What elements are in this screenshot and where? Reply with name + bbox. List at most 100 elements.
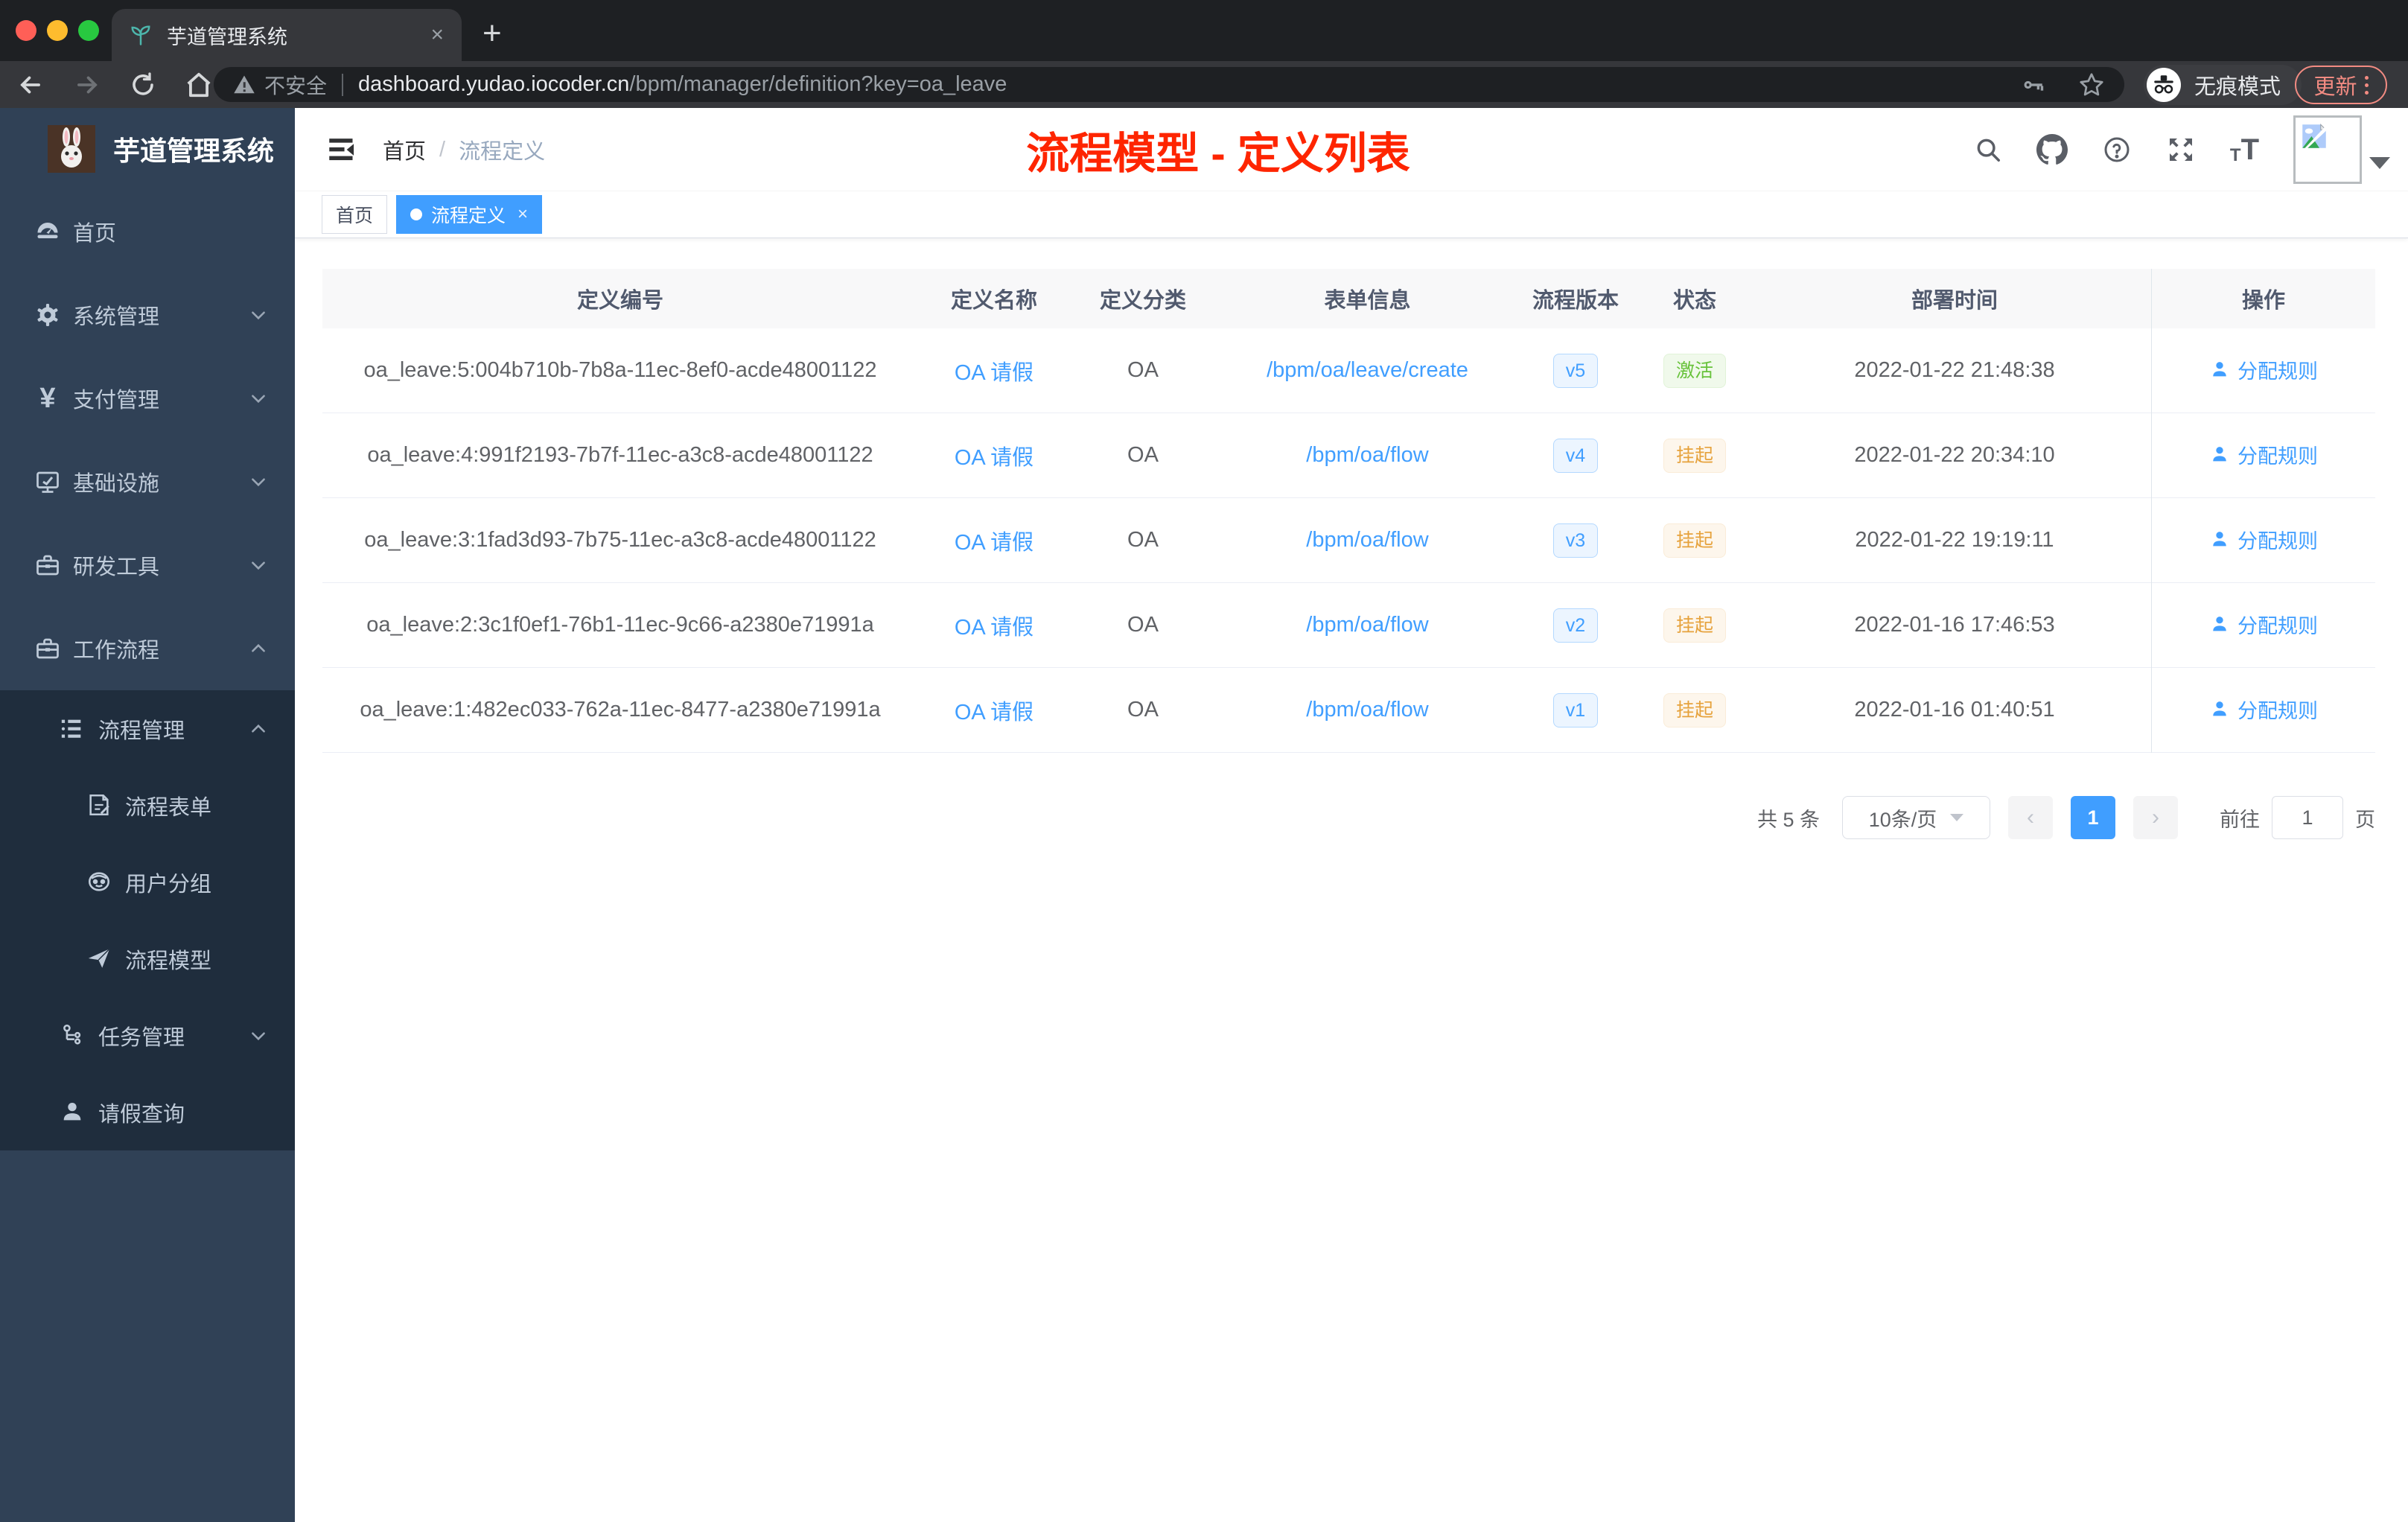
active-dot-icon xyxy=(410,208,423,220)
assign-rule-button[interactable]: 分配规则 xyxy=(2209,610,2318,639)
new-tab-button[interactable]: + xyxy=(482,15,502,52)
tag-home[interactable]: 首页 xyxy=(322,195,388,234)
robot-face-icon xyxy=(86,869,113,896)
font-size-icon[interactable]: TT xyxy=(2230,135,2259,165)
pagination: 共 5 条 10条/页 ‹ 1 › 前往 页 xyxy=(322,796,2375,839)
chevron-down-icon xyxy=(1950,814,1964,821)
tab-title: 芋道管理系统 xyxy=(167,25,287,48)
avatar[interactable] xyxy=(2293,115,2362,184)
home-icon[interactable] xyxy=(185,71,213,99)
form-info-link[interactable]: /bpm/oa/leave/create xyxy=(1267,358,1468,382)
form-info-link[interactable]: /bpm/oa/flow xyxy=(1306,443,1428,467)
table-row: oa_leave:3:1fad3d93-7b75-11ec-a3c8-acde4… xyxy=(322,498,2375,583)
hamburger-icon[interactable] xyxy=(325,131,362,168)
reload-icon[interactable] xyxy=(130,71,156,98)
version-badge: v4 xyxy=(1552,438,1599,473)
window-close-button[interactable] xyxy=(16,20,36,41)
deploy-time-cell: 2022-01-16 01:40:51 xyxy=(1854,698,2055,722)
column-header-name: 定义名称 xyxy=(950,289,1037,313)
definition-id-cell: oa_leave:5:004b710b-7b8a-11ec-8ef0-acde4… xyxy=(363,358,877,382)
incognito-label: 无痕模式 xyxy=(2194,75,2281,99)
prev-page-button[interactable]: ‹ xyxy=(2008,796,2053,839)
definition-table: 定义编号 定义名称 定义分类 表单信息 流程版本 状态 部署时间 操作 oa_l… xyxy=(322,269,2375,753)
status-badge: 激活 xyxy=(1663,353,1726,388)
version-badge: v1 xyxy=(1552,692,1599,727)
chevron-down-icon xyxy=(249,389,268,408)
back-icon[interactable] xyxy=(16,71,45,99)
assign-rule-button[interactable]: 分配规则 xyxy=(2209,525,2318,554)
sidebar-item-task-management[interactable]: 任务管理 xyxy=(0,997,295,1074)
status-badge: 挂起 xyxy=(1663,608,1726,643)
category-cell: OA xyxy=(1127,358,1159,382)
logo-image xyxy=(48,125,95,173)
definition-name-link[interactable]: OA 请假 xyxy=(955,531,1033,555)
tag-close-icon[interactable]: × xyxy=(517,204,528,225)
table-header-row: 定义编号 定义名称 定义分类 表单信息 流程版本 状态 部署时间 操作 xyxy=(322,269,2375,328)
definition-name-link[interactable]: OA 请假 xyxy=(955,616,1033,640)
chrome-update-button[interactable]: 更新 xyxy=(2295,66,2387,104)
sidebar-item-devtools[interactable]: 研发工具 xyxy=(0,523,295,607)
broken-image-icon xyxy=(2302,123,2328,150)
status-badge: 挂起 xyxy=(1663,523,1726,558)
status-badge: 挂起 xyxy=(1663,438,1726,473)
tab-close-icon[interactable]: × xyxy=(430,24,444,46)
definition-name-link[interactable]: OA 请假 xyxy=(955,446,1033,470)
sidebar-item-process-management[interactable]: 流程管理 xyxy=(0,690,295,767)
avatar-dropdown-caret-icon[interactable] xyxy=(2369,157,2390,169)
deploy-time-cell: 2022-01-16 17:46:53 xyxy=(1854,613,2055,637)
table-row: oa_leave:1:482ec033-762a-11ec-8477-a2380… xyxy=(322,668,2375,753)
assign-rule-button[interactable]: 分配规则 xyxy=(2209,440,2318,469)
window-minimize-button[interactable] xyxy=(47,20,68,41)
next-page-button[interactable]: › xyxy=(2133,796,2178,839)
table-row: oa_leave:5:004b710b-7b8a-11ec-8ef0-acde4… xyxy=(322,328,2375,413)
sidebar-item-leave-query[interactable]: 请假查询 xyxy=(0,1074,295,1150)
table-body: oa_leave:5:004b710b-7b8a-11ec-8ef0-acde4… xyxy=(322,328,2375,753)
form-info-link[interactable]: /bpm/oa/flow xyxy=(1306,613,1428,637)
sidebar-item-system[interactable]: 系统管理 xyxy=(0,273,295,357)
url-text[interactable]: dashboard.yudao.iocoder.cn/bpm/manager/d… xyxy=(358,72,1007,97)
form-edit-icon xyxy=(86,792,113,819)
fixed-column-divider xyxy=(2151,269,2152,753)
dashboard-icon xyxy=(34,218,61,245)
help-icon[interactable] xyxy=(2102,135,2132,165)
github-icon[interactable] xyxy=(2036,134,2068,165)
user-icon xyxy=(60,1099,86,1126)
sidebar-item-process-form[interactable]: 流程表单 xyxy=(0,767,295,844)
current-page-button[interactable]: 1 xyxy=(2071,796,2115,839)
definition-name-link[interactable]: OA 请假 xyxy=(955,701,1033,725)
form-info-link[interactable]: /bpm/oa/flow xyxy=(1306,528,1428,552)
window-zoom-button[interactable] xyxy=(78,20,99,41)
sidebar-item-infrastructure[interactable]: 基础设施 xyxy=(0,440,295,523)
tree-list-icon xyxy=(60,716,86,742)
password-key-icon[interactable] xyxy=(2020,72,2045,98)
definition-id-cell: oa_leave:2:3c1f0ef1-76b1-11ec-9c66-a2380… xyxy=(366,613,874,637)
sidebar-logo[interactable]: 芋道管理系统 xyxy=(0,108,295,190)
bookmark-star-icon[interactable] xyxy=(2078,71,2105,98)
assign-rule-button[interactable]: 分配规则 xyxy=(2209,355,2318,384)
tag-process-definition[interactable]: 流程定义 × xyxy=(396,195,543,234)
browser-tab[interactable]: 芋道管理系统 × xyxy=(112,9,462,61)
sidebar-item-home[interactable]: 首页 xyxy=(0,190,295,273)
sidebar: 芋道管理系统 首页 系统管理 ¥ 支付管理 基础设施 研发工具 工作流程 流程管… xyxy=(0,108,295,1522)
definition-name-link[interactable]: OA 请假 xyxy=(955,361,1033,385)
fullscreen-icon[interactable] xyxy=(2166,135,2196,165)
gear-icon xyxy=(34,302,61,328)
deploy-time-cell: 2022-01-22 21:48:38 xyxy=(1854,358,2055,382)
yen-icon: ¥ xyxy=(39,383,56,414)
address-bar[interactable]: 不安全 dashboard.yudao.iocoder.cn/bpm/manag… xyxy=(214,67,2124,102)
search-icon[interactable] xyxy=(1974,136,2002,164)
sidebar-item-user-group[interactable]: 用户分组 xyxy=(0,844,295,920)
sidebar-item-process-model[interactable]: 流程模型 xyxy=(0,920,295,997)
forward-icon[interactable] xyxy=(73,71,101,99)
assign-rule-button[interactable]: 分配规则 xyxy=(2209,695,2318,724)
browser-menu-icon[interactable] xyxy=(2364,75,2369,95)
breadcrumb-home[interactable]: 首页 xyxy=(383,134,426,165)
sidebar-item-payment[interactable]: ¥ 支付管理 xyxy=(0,357,295,440)
security-label[interactable]: 不安全 xyxy=(264,70,327,100)
goto-page-input[interactable] xyxy=(2272,796,2343,839)
form-info-link[interactable]: /bpm/oa/flow xyxy=(1306,698,1428,722)
sidebar-item-workflow[interactable]: 工作流程 xyxy=(0,607,295,690)
browser-toolbar: 不安全 dashboard.yudao.iocoder.cn/bpm/manag… xyxy=(0,61,2408,108)
paper-plane-icon xyxy=(86,946,113,972)
page-size-select[interactable]: 10条/页 xyxy=(1842,796,1990,839)
